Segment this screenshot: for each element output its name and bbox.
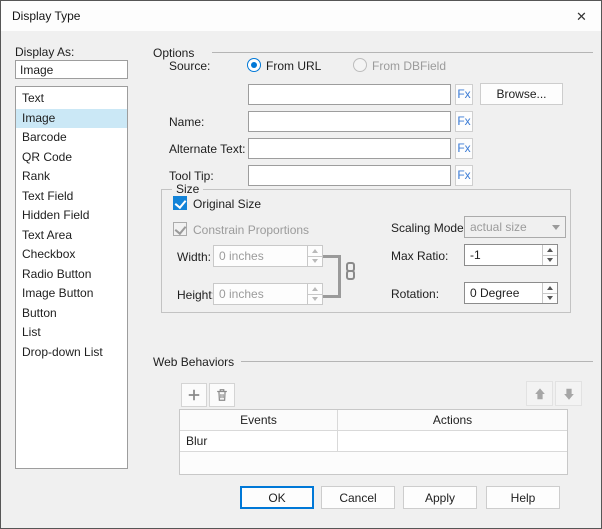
tool-tip-input[interactable]: [248, 165, 451, 186]
rotation-value[interactable]: 0 Degree: [465, 283, 542, 303]
rotation-spinner[interactable]: 0 Degree: [464, 282, 558, 304]
rotation-spin-up-icon[interactable]: [543, 283, 557, 294]
name-input[interactable]: [248, 111, 451, 132]
display-as-input[interactable]: [15, 60, 128, 79]
fx-icon: Fx: [457, 141, 471, 155]
width-spin-down-icon: [308, 256, 322, 266]
height-label: Height:: [177, 288, 216, 302]
plus-icon: [188, 389, 200, 401]
fx-icon: Fx: [457, 114, 471, 128]
display-type-dialog: Display Type ✕ Display As: Text Image Ba…: [0, 0, 602, 529]
list-item-image[interactable]: Image: [16, 108, 127, 128]
delete-behavior-button[interactable]: [209, 383, 235, 407]
original-size-checkbox[interactable]: [173, 196, 187, 210]
max-ratio-label: Max Ratio:: [391, 249, 449, 263]
max-ratio-spinner[interactable]: -1: [464, 244, 558, 266]
browse-button[interactable]: Browse...: [480, 83, 563, 105]
fx-icon: Fx: [457, 87, 471, 101]
link-bracket-vertical: [338, 255, 341, 298]
events-column-header: Events: [180, 410, 338, 430]
list-item-radio-button[interactable]: Radio Button: [16, 265, 127, 285]
height-spin-down-icon: [308, 294, 322, 304]
constrain-proportions-label: Constrain Proportions: [193, 223, 310, 237]
width-label: Width:: [177, 250, 212, 264]
list-item-button[interactable]: Button: [16, 304, 127, 324]
name-label: Name:: [169, 115, 205, 129]
fx-icon: Fx: [457, 168, 471, 182]
trash-icon: [217, 389, 227, 401]
list-item-text[interactable]: Text: [16, 89, 127, 109]
from-dbfield-label: From DBField: [372, 59, 447, 73]
max-ratio-value[interactable]: -1: [465, 245, 542, 265]
tool-tip-formula-button[interactable]: Fx: [455, 165, 473, 186]
source-label: Source:: [169, 59, 211, 73]
width-value: 0 inches: [219, 249, 264, 263]
list-item-text-area[interactable]: Text Area: [16, 226, 127, 246]
close-icon: ✕: [576, 9, 587, 24]
table-empty-area: [180, 452, 567, 474]
name-formula-button[interactable]: Fx: [455, 111, 473, 132]
from-dbfield-radio: [353, 58, 367, 72]
close-button[interactable]: ✕: [570, 6, 592, 26]
cancel-button[interactable]: Cancel: [321, 486, 395, 509]
title-bar: Display Type ✕: [1, 1, 601, 31]
original-size-label: Original Size: [193, 197, 262, 211]
display-as-label: Display As:: [15, 45, 75, 59]
list-item-list[interactable]: List: [16, 323, 127, 343]
height-value: 0 inches: [219, 287, 264, 301]
move-down-button: [555, 381, 582, 406]
scaling-mode-label: Scaling Mode:: [391, 221, 468, 235]
alternate-text-formula-button[interactable]: Fx: [455, 138, 473, 159]
height-spin-up-icon: [308, 284, 322, 295]
table-row[interactable]: Blur: [180, 431, 567, 452]
scaling-mode-value: actual size: [470, 220, 527, 234]
max-ratio-spin-down-icon[interactable]: [543, 255, 557, 265]
link-bracket-bottom: [323, 295, 341, 298]
list-item-barcode[interactable]: Barcode: [16, 128, 127, 148]
from-url-radio[interactable]: [247, 58, 261, 72]
list-item-drop-down-list[interactable]: Drop-down List: [16, 343, 127, 363]
constrain-proportions-checkbox: [173, 222, 187, 236]
move-up-button: [526, 381, 553, 406]
height-spinner: 0 inches: [213, 283, 323, 305]
rotation-label: Rotation:: [391, 287, 440, 301]
size-group-label: Size: [172, 182, 204, 197]
apply-button[interactable]: Apply: [403, 486, 477, 509]
list-item-hidden-field[interactable]: Hidden Field: [16, 206, 127, 226]
display-type-list[interactable]: Text Image Barcode QR Code Rank Text Fie…: [15, 86, 128, 469]
max-ratio-spin-up-icon[interactable]: [543, 245, 557, 256]
list-item-text-field[interactable]: Text Field: [16, 187, 127, 207]
list-item-image-button[interactable]: Image Button: [16, 284, 127, 304]
width-spin-up-icon: [308, 246, 322, 257]
add-behavior-button[interactable]: [181, 383, 207, 407]
web-behaviors-section-rule: [241, 361, 593, 362]
list-item-qr-code[interactable]: QR Code: [16, 148, 127, 168]
event-cell[interactable]: Blur: [180, 431, 338, 451]
chevron-down-icon: [547, 217, 565, 237]
options-section-rule: [212, 52, 593, 53]
url-formula-button[interactable]: Fx: [455, 84, 473, 105]
web-behaviors-table: Events Actions Blur: [179, 409, 568, 475]
alternate-text-input[interactable]: [248, 138, 451, 159]
radio-dot-icon: [251, 62, 257, 68]
width-spinner: 0 inches: [213, 245, 323, 267]
table-header-row: Events Actions: [180, 410, 567, 431]
web-behaviors-section-label: Web Behaviors: [153, 355, 235, 369]
window-title: Display Type: [12, 9, 81, 23]
actions-column-header: Actions: [432, 413, 473, 427]
alternate-text-label: Alternate Text:: [169, 142, 246, 156]
help-button[interactable]: Help: [486, 486, 560, 509]
chain-link-icon: [346, 262, 355, 280]
arrow-down-icon: [563, 388, 574, 400]
list-item-checkbox[interactable]: Checkbox: [16, 245, 127, 265]
from-url-label: From URL: [266, 59, 322, 73]
list-item-rank[interactable]: Rank: [16, 167, 127, 187]
url-input[interactable]: [248, 84, 451, 105]
arrow-up-icon: [534, 387, 545, 399]
scaling-mode-select: actual size: [464, 216, 566, 238]
ok-button[interactable]: OK: [240, 486, 314, 509]
action-cell[interactable]: [338, 431, 567, 451]
rotation-spin-down-icon[interactable]: [543, 293, 557, 303]
